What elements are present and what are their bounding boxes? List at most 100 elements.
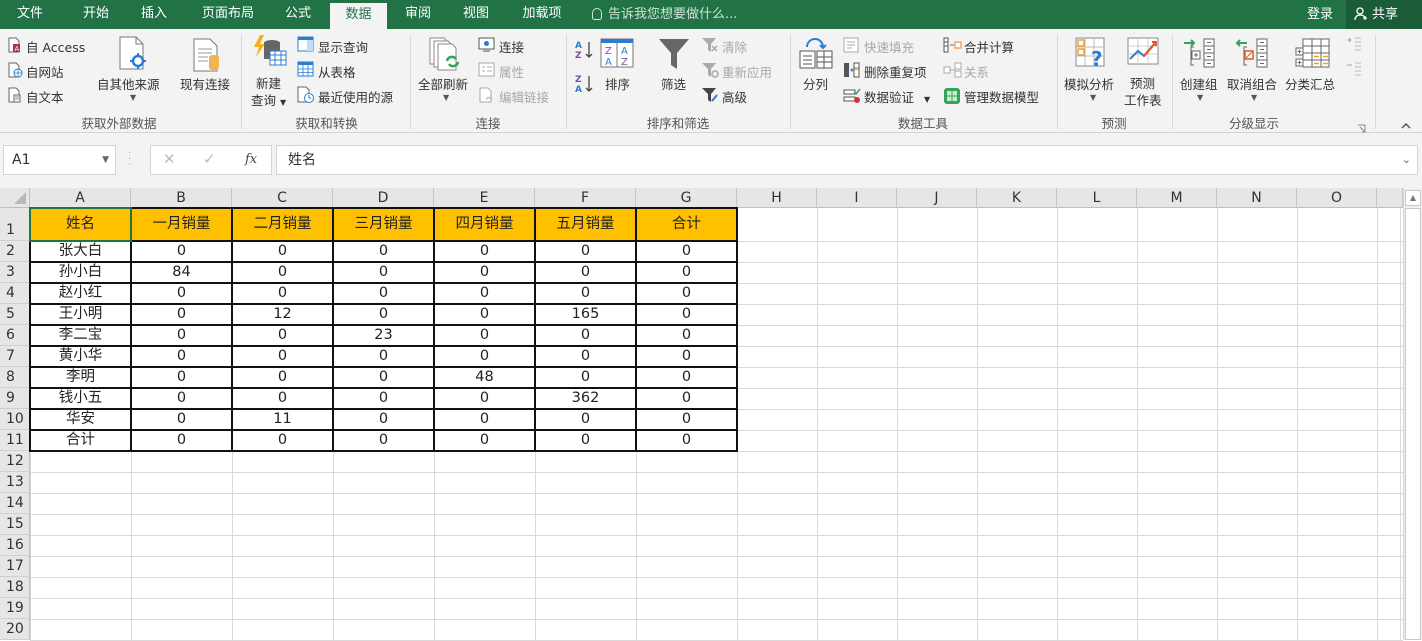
column-header-l[interactable]: L [1057,188,1137,208]
table-header-cell[interactable]: 一月销量 [131,208,232,241]
table-value-cell[interactable]: 0 [333,430,434,451]
tab-insert[interactable]: 插入 [128,0,180,29]
remove-duplicates-button[interactable]: 删除重复项 [864,62,927,81]
table-value-cell[interactable]: 0 [636,367,737,388]
table-value-cell[interactable]: 0 [535,325,636,346]
column-header-m[interactable]: M [1137,188,1217,208]
table-value-cell[interactable]: 0 [333,283,434,304]
column-header-c[interactable]: C [232,188,333,208]
row-header-14[interactable]: 14 [0,493,30,514]
row-header-10[interactable]: 10 [0,409,30,430]
table-name-cell[interactable]: 李明 [30,367,131,388]
table-value-cell[interactable]: 0 [636,409,737,430]
table-value-cell[interactable]: 0 [434,241,535,262]
column-header-h[interactable]: H [737,188,817,208]
table-value-cell[interactable]: 0 [131,304,232,325]
what-if-analysis-button[interactable]: 模拟分析 [1064,74,1114,93]
tab-addins[interactable]: 加载项 [512,0,572,29]
table-value-cell[interactable]: 0 [131,430,232,451]
table-value-cell[interactable]: 362 [535,388,636,409]
from-table-button[interactable]: 从表格 [318,62,356,81]
table-value-cell[interactable]: 0 [232,241,333,262]
tab-data[interactable]: 数据 [330,3,387,29]
column-header-e[interactable]: E [434,188,535,208]
subtotal-button[interactable]: 分类汇总 [1285,74,1335,93]
table-value-cell[interactable]: 0 [232,262,333,283]
row-header-17[interactable]: 17 [0,556,30,577]
table-value-cell[interactable]: 0 [535,283,636,304]
table-name-cell[interactable]: 黄小华 [30,346,131,367]
table-value-cell[interactable]: 0 [636,346,737,367]
row-header-20[interactable]: 20 [0,619,30,640]
row-header-3[interactable]: 3 [0,262,30,283]
row-header-8[interactable]: 8 [0,367,30,388]
sort-ascending-icon[interactable]: AZ [575,39,595,65]
refresh-all-button[interactable]: 全部刷新 [418,74,468,93]
table-value-cell[interactable]: 0 [535,262,636,283]
table-value-cell[interactable]: 0 [131,367,232,388]
table-value-cell[interactable]: 0 [636,283,737,304]
column-header-f[interactable]: F [535,188,636,208]
table-value-cell[interactable]: 0 [333,346,434,367]
expand-formula-icon[interactable]: ⌄ [1402,146,1411,174]
table-header-cell[interactable]: 姓名 [30,208,131,241]
table-value-cell[interactable]: 48 [434,367,535,388]
table-value-cell[interactable]: 0 [636,388,737,409]
table-value-cell[interactable]: 0 [131,241,232,262]
row-header-19[interactable]: 19 [0,598,30,619]
select-all-button[interactable] [0,188,30,208]
tab-home[interactable]: 开始 [70,0,122,29]
table-header-cell[interactable]: 五月销量 [535,208,636,241]
table-value-cell[interactable]: 0 [434,325,535,346]
table-value-cell[interactable]: 0 [333,367,434,388]
table-value-cell[interactable]: 0 [232,388,333,409]
table-value-cell[interactable]: 0 [434,283,535,304]
table-value-cell[interactable]: 0 [636,325,737,346]
table-value-cell[interactable]: 0 [232,430,333,451]
worksheet-grid[interactable]: A B C D E F G H I J K L M N O 1 2 3 4 5 6 7 8 9 10 11 12 13 14 15 16 17… [0,188,1403,641]
table-header-cell[interactable]: 四月销量 [434,208,535,241]
row-header-6[interactable]: 6 [0,325,30,346]
reapply-button[interactable]: 重新应用 [722,62,772,81]
column-header-partial[interactable] [1377,188,1403,208]
table-value-cell[interactable]: 0 [535,346,636,367]
table-name-cell[interactable]: 赵小红 [30,283,131,304]
enter-check-icon[interactable]: ✓ [203,150,216,168]
table-value-cell[interactable]: 23 [333,325,434,346]
relationships-button[interactable]: 关系 [964,62,989,81]
text-to-columns-button[interactable]: 分列 [803,74,828,93]
table-value-cell[interactable]: 11 [232,409,333,430]
column-header-d[interactable]: D [333,188,434,208]
cancel-icon[interactable]: ✕ [163,150,176,168]
table-header-cell[interactable]: 二月销量 [232,208,333,241]
tab-file[interactable]: 文件 [4,0,56,29]
properties-button[interactable]: 属性 [499,62,524,81]
table-value-cell[interactable]: 0 [333,262,434,283]
group-button[interactable]: 创建组 [1180,74,1218,93]
tab-view[interactable]: 视图 [450,0,502,29]
row-header-13[interactable]: 13 [0,472,30,493]
tell-me-search[interactable]: 告诉我您想要做什么... [592,0,737,29]
table-value-cell[interactable]: 0 [535,241,636,262]
column-header-j[interactable]: J [897,188,977,208]
table-value-cell[interactable]: 165 [535,304,636,325]
table-value-cell[interactable]: 0 [232,325,333,346]
from-text-button[interactable]: 自文本 [26,87,64,106]
table-value-cell[interactable]: 0 [636,262,737,283]
from-other-sources-button[interactable]: 自其他来源 [97,74,160,93]
vertical-scrollbar[interactable]: ▲ [1403,188,1422,640]
advanced-button[interactable]: 高级 [722,87,747,106]
table-value-cell[interactable]: 0 [131,409,232,430]
table-name-cell[interactable]: 钱小五 [30,388,131,409]
insert-function-icon[interactable]: fx [245,152,257,167]
table-value-cell[interactable]: 0 [535,409,636,430]
from-access-button[interactable]: 自 Access [26,37,85,56]
column-header-a[interactable]: A [30,188,131,208]
name-box[interactable]: A1 ▼ [3,145,116,175]
tab-review[interactable]: 审阅 [392,0,444,29]
collapse-ribbon-icon[interactable] [1400,115,1412,134]
table-value-cell[interactable]: 12 [232,304,333,325]
table-header-cell[interactable]: 三月销量 [333,208,434,241]
table-value-cell[interactable]: 0 [535,430,636,451]
recent-sources-button[interactable]: 最近使用的源 [318,87,393,106]
